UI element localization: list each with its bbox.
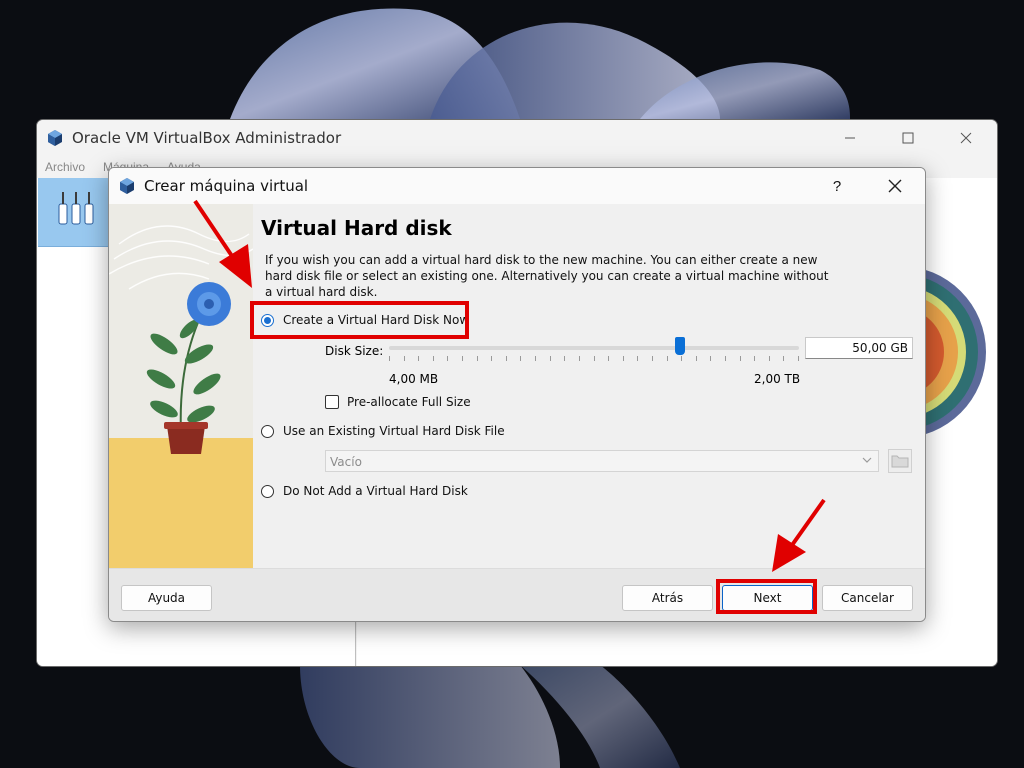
slider-tick: [520, 356, 522, 361]
use-existing-option[interactable]: Use an Existing Virtual Hard Disk File: [261, 422, 505, 440]
use-existing-label: Use an Existing Virtual Hard Disk File: [283, 424, 505, 438]
slider-tick: [564, 356, 566, 361]
slider-tick: [710, 356, 712, 361]
use-existing-radio[interactable]: [261, 424, 274, 438]
disk-size-label: Disk Size:: [325, 344, 384, 358]
minimize-icon: [845, 137, 855, 139]
slider-tick: [695, 356, 697, 361]
maximize-icon: [902, 132, 914, 144]
slider-tick: [798, 356, 799, 361]
cancel-button[interactable]: Cancelar: [822, 585, 913, 611]
virtualbox-icon: [120, 178, 134, 194]
slider-tick: [389, 356, 390, 361]
help-button[interactable]: ?: [825, 172, 849, 200]
highlight-create-disk-option: [250, 301, 469, 339]
folder-browse-icon[interactable]: [888, 449, 912, 473]
disk-size-max-label: 2,00 TB: [754, 372, 801, 386]
highlight-next-button: [716, 579, 817, 614]
do-not-add-option[interactable]: Do Not Add a Virtual Hard Disk: [261, 482, 468, 500]
slider-tick: [754, 356, 756, 361]
slider-tick: [608, 356, 610, 361]
slider-tick: [783, 356, 785, 361]
slider-tick: [622, 356, 624, 361]
main-window-title: Oracle VM VirtualBox Administrador: [72, 129, 342, 147]
close-icon: [960, 132, 972, 144]
virtualbox-icon: [48, 130, 62, 146]
dialog-close-button[interactable]: [881, 172, 909, 200]
wizard-side-illustration: [109, 204, 253, 568]
slider-tick: [476, 356, 478, 361]
chevron-down-icon: [862, 457, 872, 463]
maximize-button[interactable]: [885, 124, 931, 152]
slider-tick: [535, 356, 537, 361]
existing-disk-combo-value: Vacío: [330, 455, 362, 469]
slider-tick: [432, 356, 434, 361]
slider-tick: [549, 356, 551, 361]
main-titlebar[interactable]: Oracle VM VirtualBox Administrador: [37, 120, 997, 156]
slider-tick: [462, 356, 464, 361]
minimize-button[interactable]: [827, 124, 873, 152]
page-heading: Virtual Hard disk: [261, 216, 452, 240]
dialog-title: Crear máquina virtual: [144, 177, 309, 195]
menu-archivo[interactable]: Archivo: [45, 160, 85, 174]
slider-tick: [666, 356, 668, 361]
preallocate-label: Pre-allocate Full Size: [347, 395, 471, 409]
close-button[interactable]: [943, 124, 989, 152]
slider-tick: [403, 356, 405, 361]
disk-size-min-label: 4,00 MB: [389, 372, 439, 386]
slider-tick: [505, 356, 507, 361]
do-not-add-radio[interactable]: [261, 484, 274, 498]
back-button[interactable]: Atrás: [622, 585, 713, 611]
tools-icon: [58, 192, 94, 225]
tools-item[interactable]: [38, 178, 110, 247]
slider-ticks: [389, 356, 799, 362]
disk-size-input[interactable]: 50,00 GB: [805, 337, 913, 359]
slider-tick: [739, 356, 741, 361]
slider-tick: [491, 356, 493, 361]
dialog-titlebar[interactable]: Crear máquina virtual ?: [109, 168, 925, 204]
slider-tick: [578, 356, 580, 361]
slider-tick: [418, 356, 420, 361]
disk-size-slider[interactable]: [389, 336, 799, 366]
close-icon: [888, 179, 902, 193]
existing-disk-combo[interactable]: Vacío: [325, 450, 879, 472]
slider-tick: [593, 356, 595, 361]
slider-tick: [637, 356, 639, 361]
create-vm-dialog: Crear máquina virtual ? Virtual Hard dis…: [108, 167, 926, 622]
page-description: If you wish you can add a virtual hard d…: [265, 253, 829, 299]
slider-tick: [681, 356, 683, 361]
slider-tick: [651, 356, 653, 361]
help-text-button[interactable]: Ayuda: [121, 585, 212, 611]
slider-track: [389, 346, 799, 350]
preallocate-checkbox[interactable]: [325, 395, 339, 409]
slider-tick: [724, 356, 726, 361]
slider-tick: [768, 356, 770, 361]
do-not-add-label: Do Not Add a Virtual Hard Disk: [283, 484, 468, 498]
preallocate-option[interactable]: Pre-allocate Full Size: [325, 395, 471, 409]
slider-tick: [447, 356, 449, 361]
slider-handle[interactable]: [675, 337, 686, 355]
